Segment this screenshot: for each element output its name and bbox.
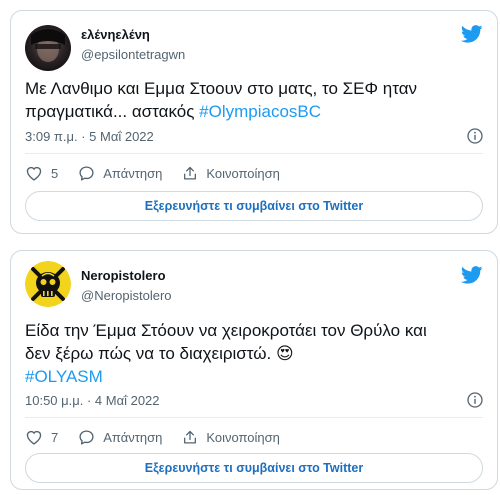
divider [25, 153, 483, 154]
share-label: Κοινοποίηση [206, 165, 280, 181]
heart-icon [26, 430, 42, 445]
hashtag-link[interactable]: #OlympiacosBC [199, 102, 321, 121]
tweet-card: Neropistolero @Neropistolero Είδα την Έμ… [10, 250, 498, 490]
action-bar: 7 Απάντηση Κοινοποίηση [25, 427, 300, 447]
reply-button[interactable]: Απάντηση [78, 165, 162, 182]
hashtag-link[interactable]: #OLYASM [25, 365, 483, 388]
timestamp[interactable]: 3:09 π.μ. · 5 Μαΐ 2022 [25, 129, 154, 144]
like-count: 5 [51, 165, 59, 181]
share-button[interactable]: Κοινοποίηση [182, 165, 280, 182]
speech-bubble-icon [79, 165, 94, 181]
explore-twitter-button[interactable]: Εξερευνήστε τι συμβαίνει στο Twitter [25, 191, 483, 221]
like-button[interactable]: 5 [25, 165, 58, 181]
like-button[interactable]: 7 [25, 429, 58, 445]
reply-button[interactable]: Απάντηση [78, 429, 162, 446]
author-name[interactable]: ελένηελένη [81, 27, 150, 42]
twitter-bird-icon[interactable] [461, 25, 483, 43]
info-icon[interactable] [467, 392, 483, 408]
author-name[interactable]: Neropistolero [81, 268, 166, 283]
tweet-body-line: δεν ξέρω πώς να το διαχειριστώ. [25, 344, 276, 363]
jolly-roger-avatar-icon [25, 261, 71, 307]
tweet-body-line: Είδα την Έμμα Στόουν να χειροκροτάει τον… [25, 321, 427, 340]
action-bar: 5 Απάντηση Κοινοποίηση [25, 163, 300, 183]
share-icon [184, 430, 197, 443]
share-icon [184, 166, 197, 179]
divider [25, 417, 483, 418]
twitter-bird-icon[interactable] [461, 266, 483, 284]
timestamp[interactable]: 10:50 μ.μ. · 4 Μαΐ 2022 [25, 393, 160, 408]
tweet-text: Είδα την Έμμα Στόουν να χειροκροτάει τον… [25, 319, 483, 388]
explore-twitter-button[interactable]: Εξερευνήστε τι συμβαίνει στο Twitter [25, 453, 483, 483]
share-label: Κοινοποίηση [206, 429, 280, 445]
speech-bubble-icon [79, 429, 94, 445]
tweet-card: ελένηελένη @epsilontetragwn Με Λανθιμο κ… [10, 10, 498, 234]
info-icon[interactable] [467, 128, 483, 144]
share-button[interactable]: Κοινοποίηση [182, 429, 280, 446]
reply-label: Απάντηση [103, 165, 163, 181]
like-count: 7 [51, 429, 59, 445]
avatar[interactable] [25, 261, 71, 307]
tweet-body-line-2: δεν ξέρω πώς να το διαχειριστώ. 😍 [25, 342, 483, 365]
author-handle[interactable]: @Neropistolero [81, 288, 172, 303]
author-handle[interactable]: @epsilontetragwn [81, 47, 185, 62]
heart-icon [26, 166, 42, 181]
reply-label: Απάντηση [103, 429, 163, 445]
avatar[interactable] [25, 25, 71, 71]
heart-eyes-emoji: 😍 [275, 344, 294, 363]
dark-portrait-avatar-icon [25, 25, 71, 71]
tweet-text: Με Λανθιμο και Εμμα Στοουν στο ματς, το … [25, 77, 465, 123]
